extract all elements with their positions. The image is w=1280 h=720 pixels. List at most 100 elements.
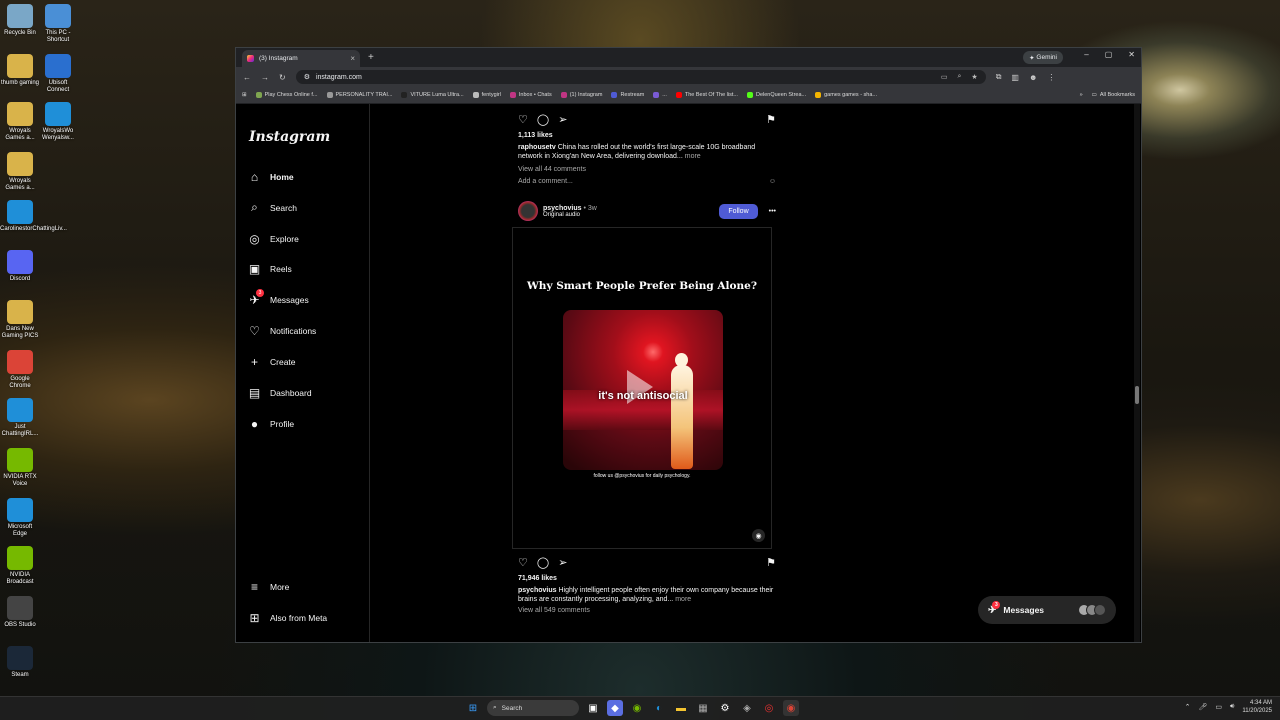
taskbar-search[interactable]: ⌕ Search xyxy=(487,700,579,716)
comment-icon[interactable]: ◯ xyxy=(537,556,549,569)
bookmark-item[interactable]: DelenQueen Strea... xyxy=(746,92,806,98)
reload-icon[interactable]: ↻ xyxy=(279,73,286,82)
nav-profile[interactable]: ● Profile xyxy=(248,417,294,431)
nav-explore[interactable]: ◎ Explore xyxy=(248,232,299,246)
nav-also-from-meta[interactable]: ⊞ Also from Meta xyxy=(248,611,327,625)
close-tab-icon[interactable]: × xyxy=(350,54,355,63)
more-bookmarks-icon[interactable]: » xyxy=(1080,92,1083,98)
network-icon[interactable]: ▭ xyxy=(1215,703,1222,711)
volume-icon[interactable]: 🔊︎ xyxy=(1230,703,1234,711)
post2-media[interactable]: Why Smart People Prefer Being Alone? it'… xyxy=(512,227,772,549)
browser-menu-icon[interactable]: ⋮ xyxy=(1047,73,1055,82)
clock[interactable]: 4:34 AM 11/20/2025 xyxy=(1242,699,1272,715)
bookmark-item[interactable]: (1) Instagram xyxy=(560,92,602,98)
desktop-icon[interactable]: Steam xyxy=(0,646,40,679)
desktop-icon[interactable]: Discord xyxy=(0,250,40,283)
url-text[interactable]: instagram.com xyxy=(316,74,362,81)
nav-messages[interactable]: ✈ 3 Messages xyxy=(248,289,309,307)
profile-icon[interactable]: ☻ xyxy=(1029,73,1037,82)
audio-icon[interactable]: ◉ xyxy=(752,529,765,542)
nav-notifications[interactable]: ♡ Notifications xyxy=(248,324,316,338)
bookmark-item[interactable]: PERSONALITY TRAI... xyxy=(326,92,392,98)
chrome-icon[interactable]: ◉ xyxy=(783,700,799,716)
settings-icon[interactable]: ⚙ xyxy=(717,700,733,716)
desktop-icon[interactable]: Wroyals Games a... xyxy=(0,152,40,192)
bookmark-star-icon[interactable]: ★ xyxy=(971,73,977,81)
post1-likes[interactable]: 1,113 likes xyxy=(518,132,776,139)
post2-audio[interactable]: Original audio xyxy=(543,212,597,218)
edge-icon[interactable]: ◐ xyxy=(651,700,667,716)
avatar[interactable] xyxy=(518,201,538,221)
desktop-icon[interactable]: NVIDIA RTX Voice xyxy=(0,448,40,488)
follow-button[interactable]: Follow xyxy=(719,203,758,219)
desktop-icon[interactable]: Microsoft Edge xyxy=(0,498,40,538)
post2-username[interactable]: psychovius xyxy=(543,205,582,212)
instagram-logo[interactable]: Instagram xyxy=(249,129,330,145)
desktop-icon[interactable]: This PC - Shortcut xyxy=(38,4,78,44)
post1-view-comments[interactable]: View all 44 comments xyxy=(518,166,776,173)
save-icon[interactable]: ⚑ xyxy=(766,556,776,569)
sidebar-icon[interactable]: ▥ xyxy=(1011,73,1019,82)
post2-more-link[interactable]: more xyxy=(675,596,691,603)
like-icon[interactable]: ♡ xyxy=(518,113,528,126)
tab-instagram[interactable]: (3) Instagram × xyxy=(242,50,360,67)
bookmark-item[interactable]: fentygirl xyxy=(472,92,501,98)
install-app-icon[interactable]: ▭ xyxy=(941,73,948,81)
bookmark-item[interactable]: ... xyxy=(653,92,667,98)
zoom-icon[interactable]: ⌕ xyxy=(958,73,962,81)
share-icon[interactable]: ➢ xyxy=(558,113,567,126)
save-icon[interactable]: ⚑ xyxy=(766,113,776,126)
address-bar[interactable]: ⚙ instagram.com ▭ ⌕ ★ xyxy=(295,70,986,84)
file-explorer-icon[interactable]: ▬ xyxy=(673,700,689,716)
app-icon[interactable]: ◎ xyxy=(761,700,777,716)
chevron-up-icon[interactable]: ⌃ xyxy=(1185,703,1191,711)
nav-dashboard[interactable]: ▤ Dashboard xyxy=(248,386,312,400)
desktop-icon[interactable]: OBS Studio xyxy=(0,596,40,629)
mic-icon[interactable]: 🎤︎ xyxy=(1198,703,1207,711)
nav-create[interactable]: + Create xyxy=(248,355,296,369)
share-icon[interactable]: ➢ xyxy=(558,556,567,569)
post1-username[interactable]: raphousetv xyxy=(518,144,556,151)
post1-add-comment[interactable]: Add a comment... ☺ xyxy=(518,178,776,185)
post1-more-link[interactable]: more xyxy=(685,153,701,160)
scrollbar-thumb[interactable] xyxy=(1135,386,1139,404)
page-scrollbar[interactable] xyxy=(1134,104,1140,642)
nav-search[interactable]: ⌕ Search xyxy=(248,200,297,214)
back-arrow-icon[interactable]: ← xyxy=(243,73,251,82)
more-options-icon[interactable]: ••• xyxy=(769,208,776,215)
comment-icon[interactable]: ◯ xyxy=(537,113,549,126)
close-window-button[interactable]: ✕ xyxy=(1128,50,1135,59)
site-info-icon[interactable]: ⚙ xyxy=(304,73,310,81)
add-comment-placeholder[interactable]: Add a comment... xyxy=(518,178,573,185)
nav-reels[interactable]: ▣ Reels xyxy=(248,262,292,276)
apps-grid-icon[interactable]: ⊞ xyxy=(242,92,247,98)
store-icon[interactable]: ▦ xyxy=(695,700,711,716)
post2-likes[interactable]: 71,946 likes xyxy=(518,575,776,582)
bookmark-item[interactable]: VITURE Luma Ultra... xyxy=(401,92,464,98)
desktop-icon[interactable]: CarolinestorChattingLiv... xyxy=(0,200,67,233)
desktop-icon[interactable]: NVIDIA Broadcast xyxy=(0,546,40,586)
desktop-icon[interactable]: Ubisoft Connect xyxy=(38,54,78,94)
steam-icon[interactable]: ◈ xyxy=(739,700,755,716)
extensions-icon[interactable]: ⧉ xyxy=(996,72,1002,82)
copilot-icon[interactable]: ◆ xyxy=(607,700,623,716)
bookmark-item[interactable]: games games - sha... xyxy=(815,92,877,98)
bookmark-item[interactable]: Play Chess Online f... xyxy=(255,92,318,98)
post2-view-comments[interactable]: View all 549 comments xyxy=(518,607,776,614)
desktop-icon[interactable]: Wroyals Games a... xyxy=(0,102,40,142)
desktop-icon[interactable]: Recycle Bin xyxy=(0,4,40,37)
nav-home[interactable]: ⌂ Home xyxy=(248,170,294,184)
task-view-icon[interactable]: ▣ xyxy=(585,700,601,716)
desktop-icon[interactable]: Just ChattingIRL... xyxy=(0,398,40,438)
gemini-button[interactable]: ✦ Gemini xyxy=(1023,51,1063,64)
desktop-icon[interactable]: thumb gaming xyxy=(0,54,40,87)
minimize-button[interactable]: – xyxy=(1084,50,1088,59)
maximize-button[interactable]: ▢ xyxy=(1105,50,1113,59)
nav-more[interactable]: ≡ More xyxy=(248,580,289,594)
emoji-icon[interactable]: ☺ xyxy=(769,178,776,185)
new-tab-button[interactable]: + xyxy=(368,52,374,63)
bookmark-item[interactable]: Inbox • Chats xyxy=(509,92,552,98)
forward-arrow-icon[interactable]: → xyxy=(261,73,269,82)
desktop-icon[interactable]: Google Chrome xyxy=(0,350,40,390)
desktop-icon[interactable]: WroyalsWo Wenyalsw... xyxy=(38,102,78,142)
